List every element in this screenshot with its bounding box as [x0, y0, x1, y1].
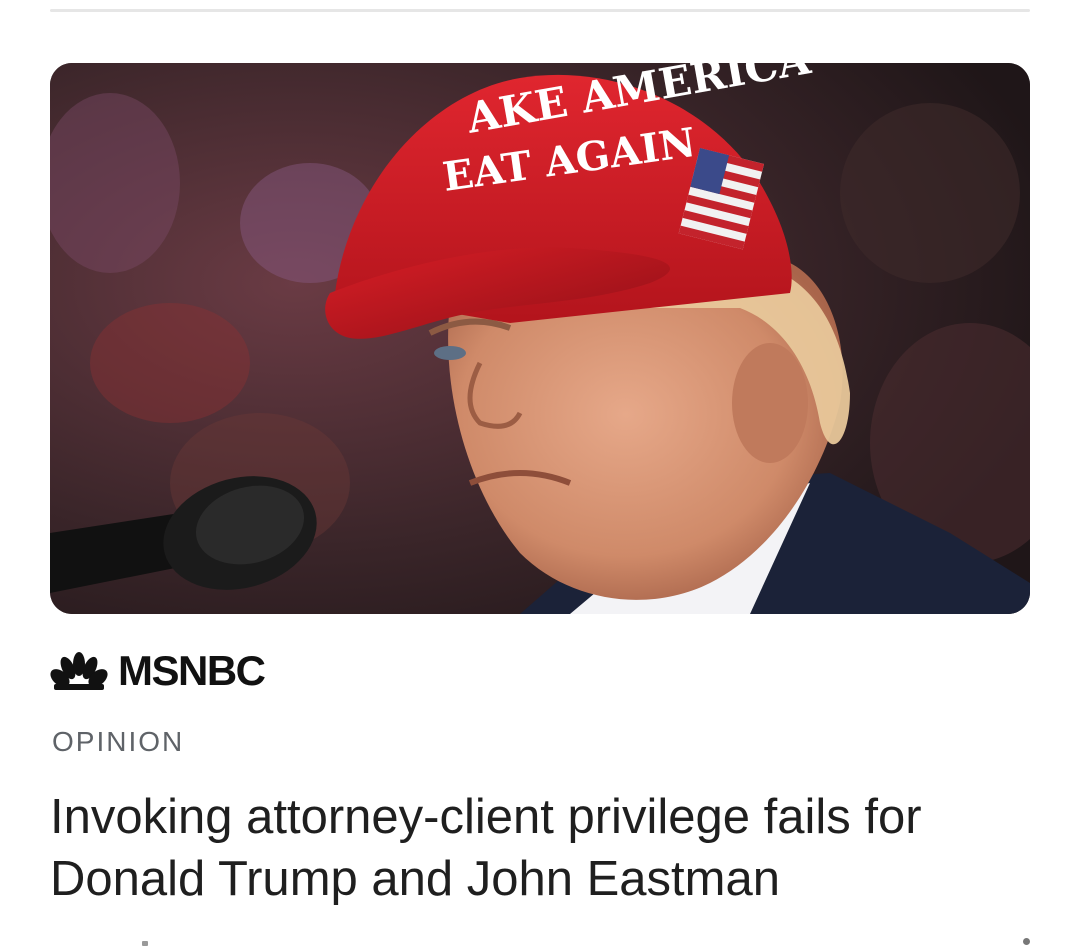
byline-fragment: [142, 941, 148, 946]
nbc-peacock-icon: [50, 652, 108, 690]
article-photo[interactable]: AKE AMERICA EAT AGAIN: [50, 63, 1030, 614]
more-vert-icon[interactable]: [1020, 936, 1032, 946]
source-name: MSNBC: [118, 647, 266, 694]
article-source[interactable]: MSNBC: [50, 647, 266, 694]
article-headline[interactable]: Invoking attorney-client privilege fails…: [50, 786, 1040, 910]
article-photo-illustration: AKE AMERICA EAT AGAIN: [50, 63, 1030, 614]
news-article-card[interactable]: AKE AMERICA EAT AGAIN MSNBC OPINION Invo…: [0, 0, 1080, 946]
section-label: OPINION: [52, 726, 185, 757]
